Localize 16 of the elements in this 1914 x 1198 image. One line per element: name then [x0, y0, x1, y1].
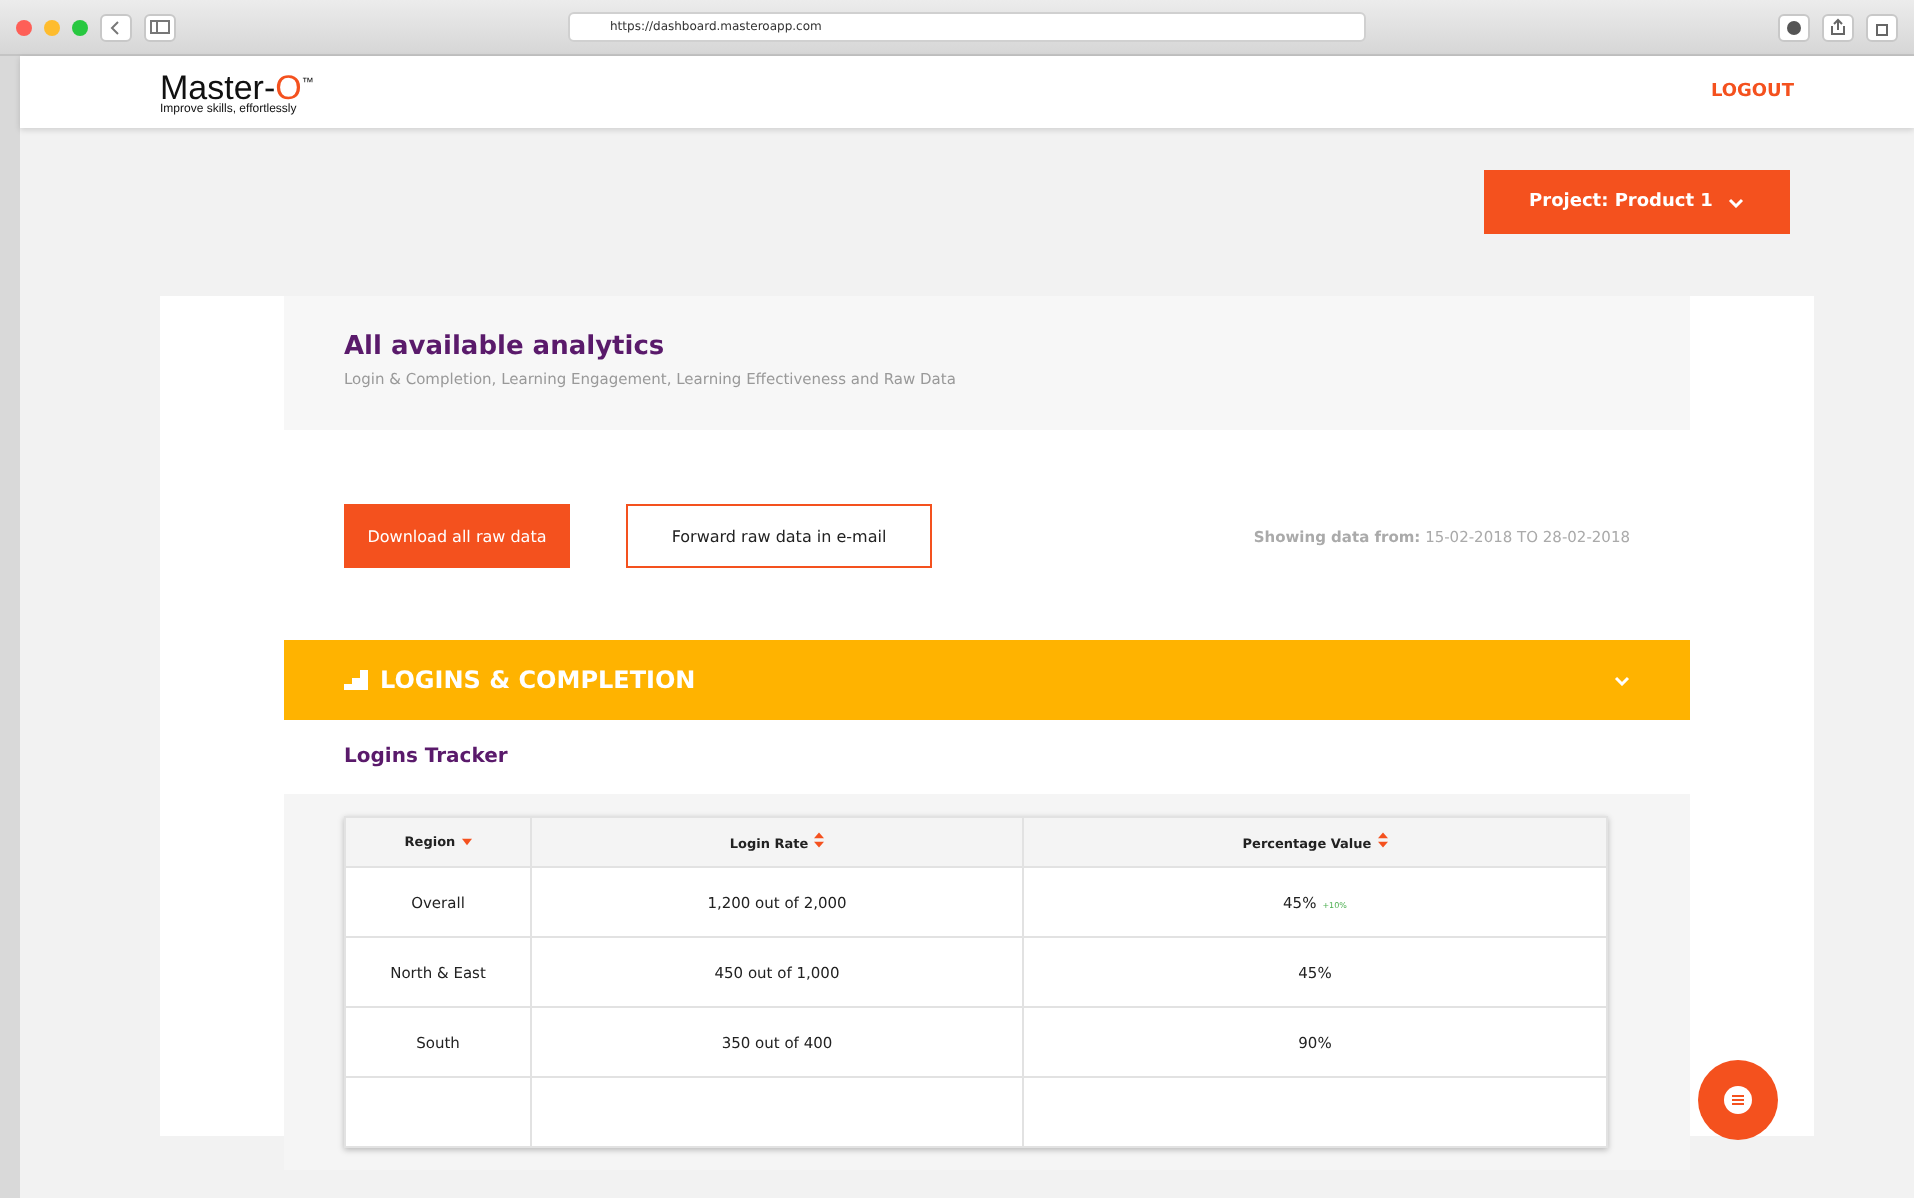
logo: Master-O$^{™}$	[160, 67, 314, 105]
page-title: All available analytics	[344, 332, 667, 362]
back-icon[interactable]	[100, 13, 132, 41]
chat-icon	[1724, 1086, 1752, 1114]
close-icon[interactable]	[16, 19, 32, 35]
forward-button[interactable]: Forward raw data in e-mail	[626, 504, 932, 568]
maximize-icon[interactable]	[72, 19, 88, 35]
share-icon[interactable]	[1822, 13, 1854, 41]
tabs-icon[interactable]	[1866, 13, 1898, 41]
stairs-icon	[344, 670, 368, 690]
tracker-title: Logins Tracker	[342, 744, 510, 772]
sidebar-icon[interactable]	[144, 13, 176, 41]
section-title: LOGINS & COMPLETION	[380, 666, 696, 694]
download-icon[interactable]	[1778, 13, 1810, 41]
chevron-icon[interactable]	[1614, 675, 1630, 685]
chevron-down-icon	[1728, 197, 1745, 207]
